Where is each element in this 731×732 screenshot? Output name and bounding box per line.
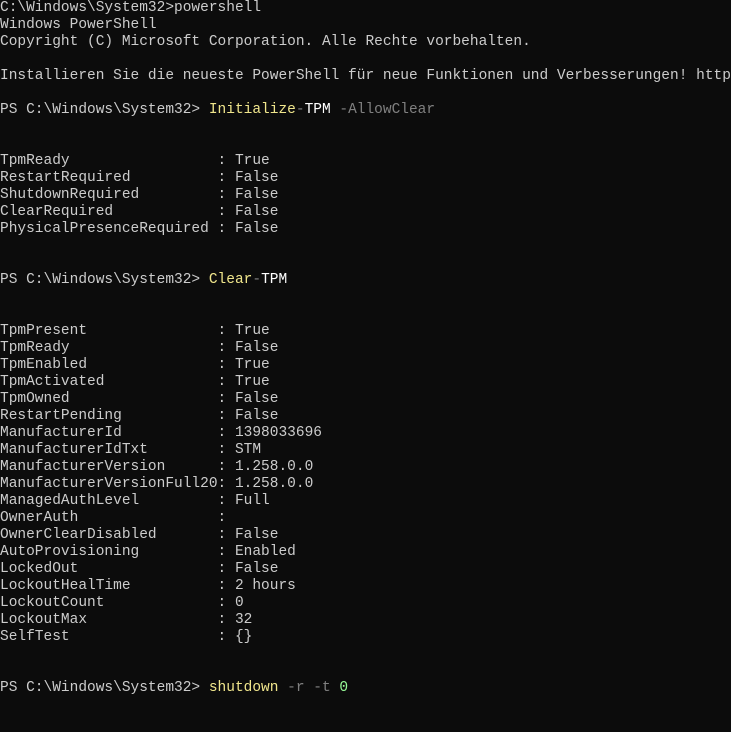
kv-val: False [235,187,279,203]
kv-val: 0 [235,595,244,611]
kv-key: LockoutCount [0,595,218,611]
install-msg: Installieren Sie die neueste PowerShell … [0,68,731,84]
copyright-line: Copyright (C) Microsoft Corporation. All… [0,34,531,50]
prompt-3: PS C:\Windows\System32> [0,680,209,696]
kv-sep: : [218,561,235,577]
kv-key: TpmActivated [0,374,218,390]
kv-key: RestartRequired [0,170,218,186]
terminal-output[interactable]: C:\Windows\System32>powershell Windows P… [0,0,731,697]
kv-key: ClearRequired [0,204,218,220]
kv-key: TpmReady [0,340,218,356]
cmd2-dash: - [252,272,261,288]
kv-val: True [235,374,270,390]
kv-sep: : [218,204,235,220]
kv-key: AutoProvisioning [0,544,218,560]
kv-sep: : [218,544,235,560]
kv-val: False [235,170,279,186]
cmd1-dash: - [296,102,305,118]
kv-key: TpmEnabled [0,357,218,373]
kv-val: False [235,561,279,577]
kv-sep: : [218,595,235,611]
kv-sep: : [218,476,235,492]
kv-key: LockoutMax [0,612,218,628]
cmd1-arg: TPM [305,102,331,118]
kv-val: False [235,408,279,424]
kv-sep: : [218,408,235,424]
kv-sep: : [218,578,235,594]
cmd2-arg: TPM [261,272,287,288]
kv-val: STM [235,442,261,458]
kv-key: OwnerClearDisabled [0,527,218,543]
kv-sep: : [218,391,235,407]
kv-sep: : [218,510,235,526]
kv-sep: : [218,425,235,441]
kv-sep: : [218,612,235,628]
kv-key: ManagedAuthLevel [0,493,218,509]
kv-key: TpmReady [0,153,218,169]
kv-key: RestartPending [0,408,218,424]
kv-val: True [235,323,270,339]
kv-sep: : [218,459,235,475]
cmd3-name: shutdown [209,680,279,696]
kv-sep: : [218,442,235,458]
kv-val: False [235,527,279,543]
kv-sep: : [218,340,235,356]
kv-sep: : [218,527,235,543]
cmd2-name: Clear [209,272,253,288]
kv-key: ManufacturerIdTxt [0,442,218,458]
kv-val: False [235,204,279,220]
kv-val: 1.258.0.0 [235,476,313,492]
kv-sep: : [218,357,235,373]
kv-sep: : [218,493,235,509]
cmd3-flags: -r -t [278,680,339,696]
cmd1-param: -AllowClear [331,102,435,118]
kv-key: ManufacturerId [0,425,218,441]
ps-title: Windows PowerShell [0,17,157,33]
kv-val: False [235,221,279,237]
kv-val: False [235,340,279,356]
kv-sep: : [218,374,235,390]
kv-val: 2 hours [235,578,296,594]
kv-val: 32 [235,612,252,628]
cmd1-name: Initialize [209,102,296,118]
kv-key: TpmOwned [0,391,218,407]
kv-key: ManufacturerVersionFull20 [0,476,218,492]
kv-key: LockoutHealTime [0,578,218,594]
kv-val: {} [235,629,252,645]
prompt-1: PS C:\Windows\System32> [0,102,209,118]
kv-sep: : [218,629,235,645]
kv-key: ManufacturerVersion [0,459,218,475]
kv-sep: : [218,187,235,203]
kv-sep: : [218,323,235,339]
path-line: C:\Windows\System32>powershell [0,0,261,16]
cmd3-num: 0 [339,680,348,696]
kv-sep: : [218,221,235,237]
kv-key: SelfTest [0,629,218,645]
prompt-2: PS C:\Windows\System32> [0,272,209,288]
kv-key: OwnerAuth [0,510,218,526]
kv-val: Enabled [235,544,296,560]
kv-key: PhysicalPresenceRequired [0,221,218,237]
kv-key: ShutdownRequired [0,187,218,203]
kv-sep: : [218,170,235,186]
kv-val: 1.258.0.0 [235,459,313,475]
kv-val: True [235,153,270,169]
kv-val: False [235,391,279,407]
kv-val: Full [235,493,270,509]
kv-val: True [235,357,270,373]
kv-key: TpmPresent [0,323,218,339]
kv-sep: : [218,153,235,169]
kv-val: 1398033696 [235,425,322,441]
kv-key: LockedOut [0,561,218,577]
